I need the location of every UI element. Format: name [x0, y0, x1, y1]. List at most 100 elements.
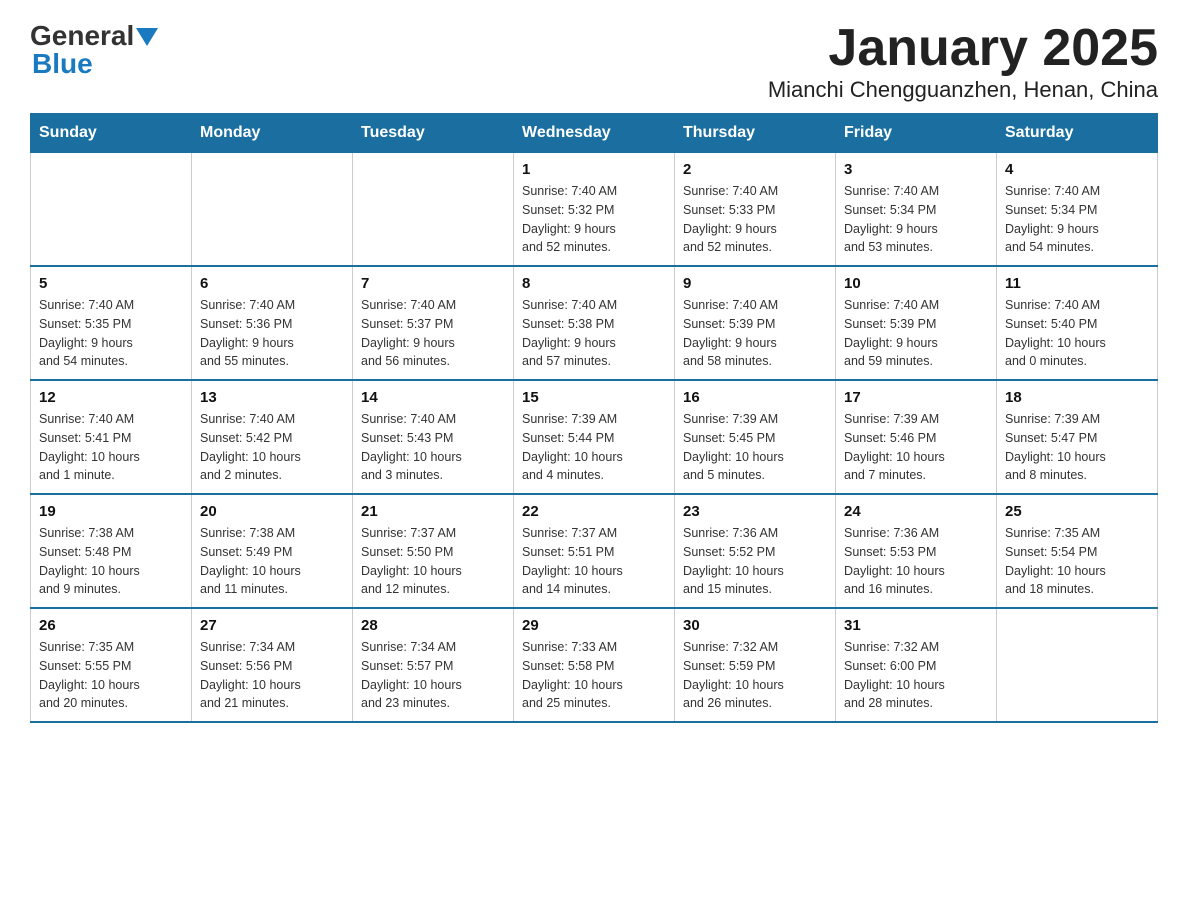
calendar-cell: 18 Sunrise: 7:39 AM Sunset: 5:47 PM Dayli… — [997, 380, 1158, 494]
day-info: Sunrise: 7:40 AM Sunset: 5:34 PM Dayligh… — [844, 182, 988, 257]
day-number: 3 — [844, 161, 988, 178]
calendar-cell: 30 Sunrise: 7:32 AM Sunset: 5:59 PM Dayli… — [675, 608, 836, 722]
calendar-cell: 23 Sunrise: 7:36 AM Sunset: 5:52 PM Dayli… — [675, 494, 836, 608]
day-number: 24 — [844, 503, 988, 520]
calendar-cell: 31 Sunrise: 7:32 AM Sunset: 6:00 PM Dayli… — [836, 608, 997, 722]
calendar-cell: 10 Sunrise: 7:40 AM Sunset: 5:39 PM Dayli… — [836, 266, 997, 380]
day-number: 5 — [39, 275, 183, 292]
day-info: Sunrise: 7:38 AM Sunset: 5:48 PM Dayligh… — [39, 524, 183, 599]
day-info: Sunrise: 7:38 AM Sunset: 5:49 PM Dayligh… — [200, 524, 344, 599]
calendar-cell: 13Sunrise: 7:40 AM Sunset: 5:42 PM Dayli… — [192, 380, 353, 494]
weekday-header-thursday: Thursday — [675, 114, 836, 153]
weekday-header-saturday: Saturday — [997, 114, 1158, 153]
day-info: Sunrise: 7:40 AM Sunset: 5:37 PM Dayligh… — [361, 296, 505, 371]
calendar-cell: 2 Sunrise: 7:40 AM Sunset: 5:33 PM Daylig… — [675, 153, 836, 267]
day-number: 17 — [844, 389, 988, 406]
day-info: Sunrise: 7:39 AM Sunset: 5:46 PM Dayligh… — [844, 410, 988, 485]
weekday-header-tuesday: Tuesday — [353, 114, 514, 153]
day-info: Sunrise: 7:40 AM Sunset: 5:39 PM Dayligh… — [844, 296, 988, 371]
calendar-week-row: 19 Sunrise: 7:38 AM Sunset: 5:48 PM Dayli… — [31, 494, 1158, 608]
calendar-cell: 28 Sunrise: 7:34 AM Sunset: 5:57 PM Dayli… — [353, 608, 514, 722]
day-number: 23 — [683, 503, 827, 520]
day-number: 20 — [200, 503, 344, 520]
calendar-cell: 15 Sunrise: 7:39 AM Sunset: 5:44 PM Dayli… — [514, 380, 675, 494]
day-number: 12 — [39, 389, 183, 406]
day-number: 4 — [1005, 161, 1149, 178]
day-number: 9 — [683, 275, 827, 292]
day-number: 19 — [39, 503, 183, 520]
day-number: 11 — [1005, 275, 1149, 292]
day-info: Sunrise: 7:40 AM Sunset: 5:35 PM Dayligh… — [39, 296, 183, 371]
day-number: 28 — [361, 617, 505, 634]
day-number: 10 — [844, 275, 988, 292]
calendar-cell: 9Sunrise: 7:40 AM Sunset: 5:39 PM Daylig… — [675, 266, 836, 380]
calendar-cell: 4 Sunrise: 7:40 AM Sunset: 5:34 PM Daylig… — [997, 153, 1158, 267]
day-info: Sunrise: 7:40 AM Sunset: 5:33 PM Dayligh… — [683, 182, 827, 257]
day-number: 21 — [361, 503, 505, 520]
day-number: 2 — [683, 161, 827, 178]
calendar-cell: 24 Sunrise: 7:36 AM Sunset: 5:53 PM Dayli… — [836, 494, 997, 608]
day-info: Sunrise: 7:36 AM Sunset: 5:53 PM Dayligh… — [844, 524, 988, 599]
day-number: 30 — [683, 617, 827, 634]
calendar-cell: 29Sunrise: 7:33 AM Sunset: 5:58 PM Dayli… — [514, 608, 675, 722]
day-number: 7 — [361, 275, 505, 292]
calendar-week-row: 26 Sunrise: 7:35 AM Sunset: 5:55 PM Dayli… — [31, 608, 1158, 722]
weekday-header-friday: Friday — [836, 114, 997, 153]
page-header: General Blue January 2025 Mianchi Chengg… — [30, 20, 1158, 103]
day-number: 8 — [522, 275, 666, 292]
calendar-subtitle: Mianchi Chengguanzhen, Henan, China — [768, 77, 1158, 103]
calendar-cell: 21Sunrise: 7:37 AM Sunset: 5:50 PM Dayli… — [353, 494, 514, 608]
calendar-cell: 16 Sunrise: 7:39 AM Sunset: 5:45 PM Dayli… — [675, 380, 836, 494]
logo-blue: Blue — [32, 48, 93, 79]
calendar-cell: 22 Sunrise: 7:37 AM Sunset: 5:51 PM Dayli… — [514, 494, 675, 608]
day-info: Sunrise: 7:35 AM Sunset: 5:55 PM Dayligh… — [39, 638, 183, 713]
calendar-cell: 8 Sunrise: 7:40 AM Sunset: 5:38 PM Daylig… — [514, 266, 675, 380]
calendar-cell — [31, 153, 192, 267]
calendar-week-row: 12 Sunrise: 7:40 AM Sunset: 5:41 PM Dayli… — [31, 380, 1158, 494]
calendar-cell: 5 Sunrise: 7:40 AM Sunset: 5:35 PM Daylig… — [31, 266, 192, 380]
day-number: 31 — [844, 617, 988, 634]
day-info: Sunrise: 7:40 AM Sunset: 5:38 PM Dayligh… — [522, 296, 666, 371]
calendar-cell: 19 Sunrise: 7:38 AM Sunset: 5:48 PM Dayli… — [31, 494, 192, 608]
day-number: 27 — [200, 617, 344, 634]
day-info: Sunrise: 7:34 AM Sunset: 5:57 PM Dayligh… — [361, 638, 505, 713]
day-number: 26 — [39, 617, 183, 634]
calendar-cell: 27 Sunrise: 7:34 AM Sunset: 5:56 PM Dayli… — [192, 608, 353, 722]
day-info: Sunrise: 7:32 AM Sunset: 6:00 PM Dayligh… — [844, 638, 988, 713]
day-number: 13 — [200, 389, 344, 406]
calendar-cell: 11 Sunrise: 7:40 AM Sunset: 5:40 PM Dayli… — [997, 266, 1158, 380]
weekday-header-monday: Monday — [192, 114, 353, 153]
day-number: 16 — [683, 389, 827, 406]
calendar-week-row: 5 Sunrise: 7:40 AM Sunset: 5:35 PM Daylig… — [31, 266, 1158, 380]
day-info: Sunrise: 7:39 AM Sunset: 5:44 PM Dayligh… — [522, 410, 666, 485]
day-number: 14 — [361, 389, 505, 406]
day-info: Sunrise: 7:37 AM Sunset: 5:51 PM Dayligh… — [522, 524, 666, 599]
day-info: Sunrise: 7:40 AM Sunset: 5:34 PM Dayligh… — [1005, 182, 1149, 257]
calendar-cell: 3 Sunrise: 7:40 AM Sunset: 5:34 PM Daylig… — [836, 153, 997, 267]
calendar-cell: 25Sunrise: 7:35 AM Sunset: 5:54 PM Dayli… — [997, 494, 1158, 608]
calendar-cell — [192, 153, 353, 267]
day-info: Sunrise: 7:34 AM Sunset: 5:56 PM Dayligh… — [200, 638, 344, 713]
day-info: Sunrise: 7:40 AM Sunset: 5:41 PM Dayligh… — [39, 410, 183, 485]
day-number: 18 — [1005, 389, 1149, 406]
day-number: 15 — [522, 389, 666, 406]
weekday-header-sunday: Sunday — [31, 114, 192, 153]
day-info: Sunrise: 7:39 AM Sunset: 5:47 PM Dayligh… — [1005, 410, 1149, 485]
day-info: Sunrise: 7:36 AM Sunset: 5:52 PM Dayligh… — [683, 524, 827, 599]
day-info: Sunrise: 7:40 AM Sunset: 5:36 PM Dayligh… — [200, 296, 344, 371]
day-number: 6 — [200, 275, 344, 292]
calendar-cell — [997, 608, 1158, 722]
day-number: 1 — [522, 161, 666, 178]
day-info: Sunrise: 7:40 AM Sunset: 5:40 PM Dayligh… — [1005, 296, 1149, 371]
calendar-cell: 6 Sunrise: 7:40 AM Sunset: 5:36 PM Daylig… — [192, 266, 353, 380]
day-info: Sunrise: 7:39 AM Sunset: 5:45 PM Dayligh… — [683, 410, 827, 485]
logo-triangle-icon — [136, 28, 158, 46]
calendar-header-row: SundayMondayTuesdayWednesdayThursdayFrid… — [31, 114, 1158, 153]
day-info: Sunrise: 7:35 AM Sunset: 5:54 PM Dayligh… — [1005, 524, 1149, 599]
day-info: Sunrise: 7:40 AM Sunset: 5:43 PM Dayligh… — [361, 410, 505, 485]
day-number: 22 — [522, 503, 666, 520]
calendar-week-row: 1Sunrise: 7:40 AM Sunset: 5:32 PM Daylig… — [31, 153, 1158, 267]
day-info: Sunrise: 7:32 AM Sunset: 5:59 PM Dayligh… — [683, 638, 827, 713]
calendar-cell: 20 Sunrise: 7:38 AM Sunset: 5:49 PM Dayli… — [192, 494, 353, 608]
calendar-cell: 26 Sunrise: 7:35 AM Sunset: 5:55 PM Dayli… — [31, 608, 192, 722]
